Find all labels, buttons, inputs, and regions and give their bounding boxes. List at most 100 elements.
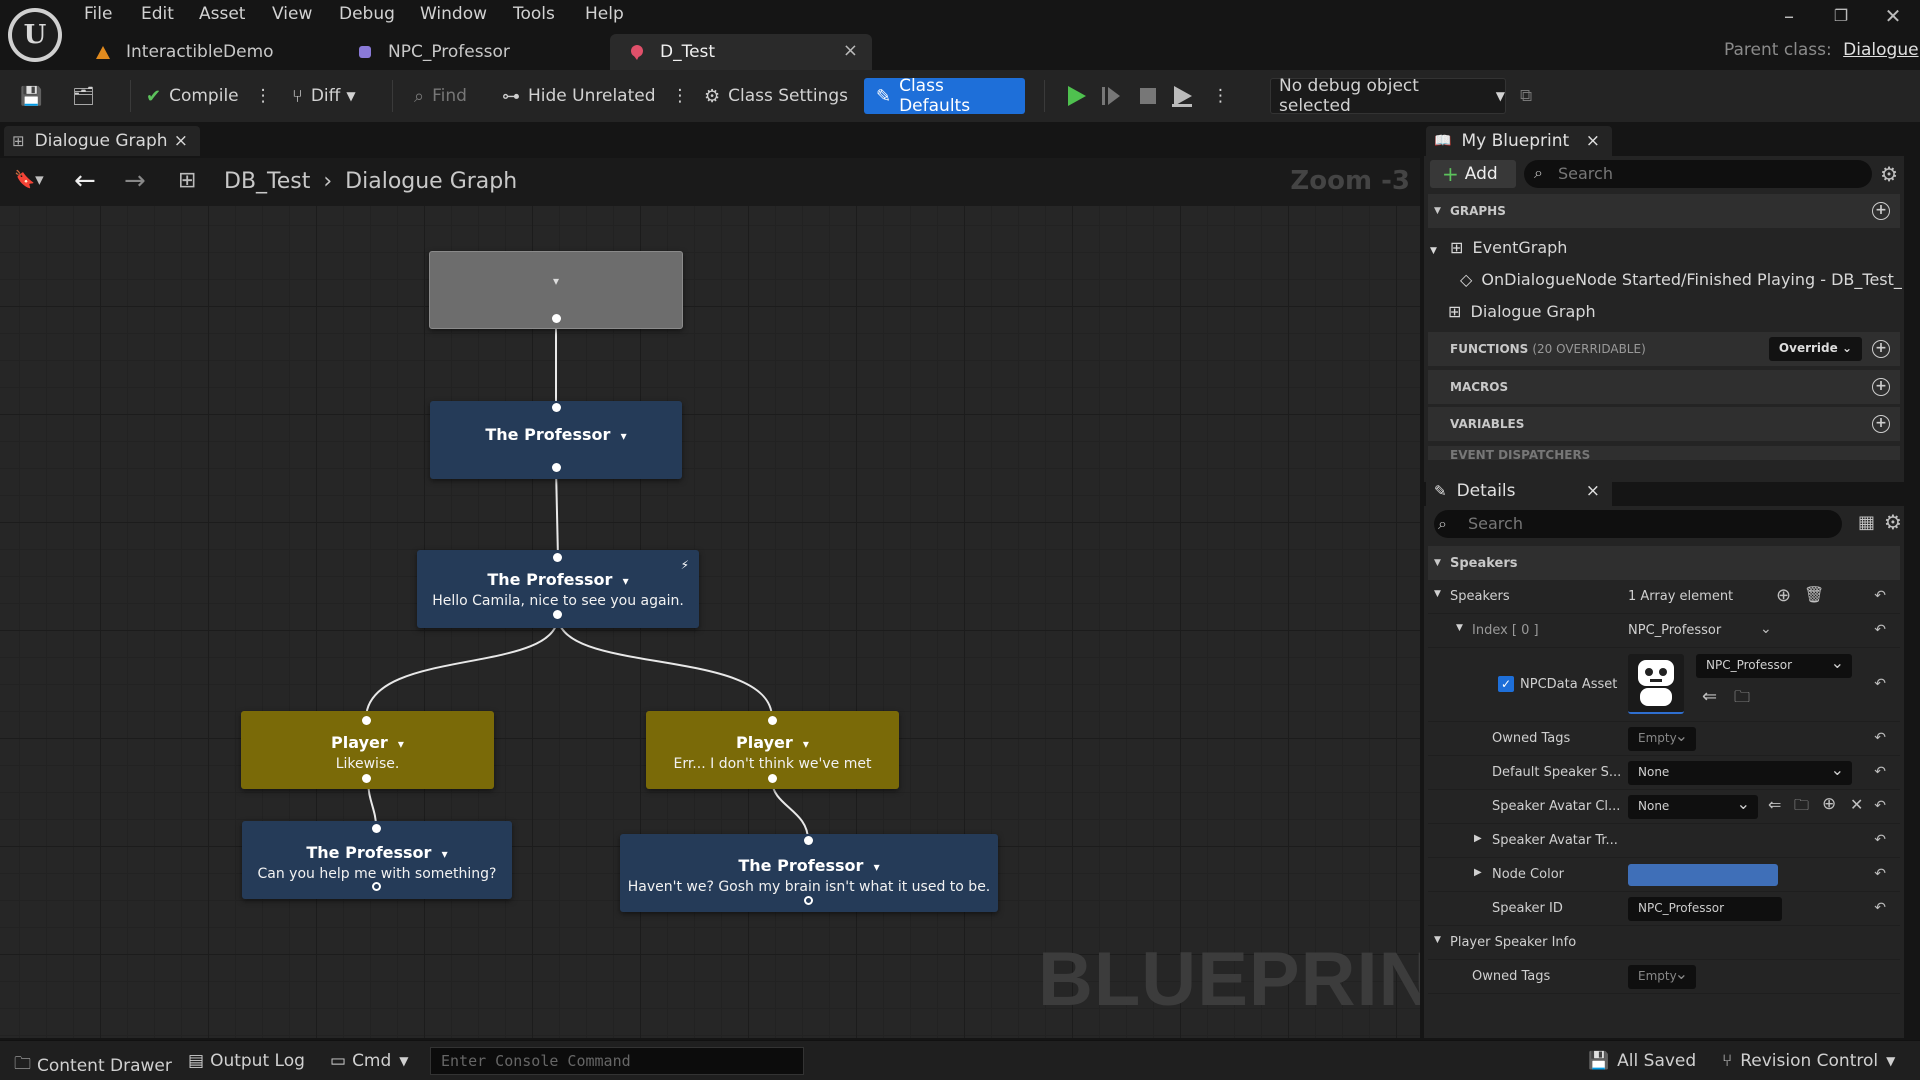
breadcrumb-root[interactable]: DB_Test [224,169,310,194]
input-pin[interactable] [553,553,562,562]
speaker-id-input[interactable]: NPC_Professor [1628,897,1782,921]
menu-help[interactable]: Help [585,4,624,26]
reset-icon[interactable]: ↶ [1874,622,1886,638]
blueprint-search-input[interactable]: Search [1524,160,1872,188]
add-function-icon[interactable]: + [1872,340,1890,358]
browse-class-icon[interactable]: 🗀 [1794,795,1809,820]
restore-icon[interactable]: ❐ [1816,2,1866,30]
output-pin[interactable] [804,896,813,905]
console-input[interactable]: Enter Console Command [430,1047,804,1075]
section-functions[interactable]: FUNCTIONS (20 OVERRIDABLE) Override ⌄ + [1428,332,1900,366]
collapse-arrow-icon[interactable]: ▼ [1456,623,1463,633]
npc-thumbnail[interactable] [1628,654,1684,714]
collapse-arrow-icon[interactable]: ▼ [1434,589,1441,599]
section-graphs[interactable]: ▼ GRAPHS + [1428,194,1900,228]
revision-control-button[interactable]: ⑂ Revision Control ▼ [1722,1051,1895,1071]
input-pin[interactable] [804,836,813,845]
npc-asset-select[interactable]: NPC_Professor [1696,653,1852,678]
back-arrow-icon[interactable]: ← [74,166,96,196]
reset-icon[interactable]: ↶ [1874,798,1886,814]
all-saved-button[interactable]: 💾 All Saved [1588,1051,1696,1071]
override-dropdown[interactable]: Override ⌄ [1768,337,1862,361]
output-pin[interactable] [552,463,561,472]
tab-dialogue-graph[interactable]: ⊞ Dialogue Graph × [4,126,200,156]
add-new-icon[interactable]: ⊕ [1822,794,1836,814]
class-defaults-button[interactable]: ✎ Class Defaults [864,76,1025,116]
output-pin[interactable] [362,774,371,783]
input-pin[interactable] [362,716,371,725]
dialogue-graph-canvas[interactable]: ▾ The Professor ⚡ The Professor Hello Ca… [0,206,1420,1038]
play-icon[interactable] [1062,84,1090,108]
find-button[interactable]: ⌕ Find [414,78,467,114]
add-graph-icon[interactable]: + [1872,202,1890,220]
default-speaker-select[interactable]: None [1628,760,1852,785]
section-macros[interactable]: MACROS + [1428,370,1900,404]
node-color-swatch[interactable] [1628,864,1778,886]
parent-class-link[interactable]: Dialogue [1843,40,1918,60]
output-pin[interactable] [553,610,562,619]
close-tab-icon[interactable]: × [843,40,858,61]
tree-event-node[interactable]: ◇ OnDialogueNode Started/Finished Playin… [1460,270,1902,289]
more-options-icon[interactable]: ⋮ [672,86,689,106]
forward-arrow-icon[interactable]: → [124,166,146,196]
class-settings-button[interactable]: ⚙ Class Settings [704,78,848,114]
table-view-icon[interactable]: ▦ [1858,512,1875,533]
tab-details[interactable]: ✎ Details × [1426,476,1612,506]
menu-file[interactable]: File [84,4,112,26]
browse-icon[interactable]: 🗂 [72,78,103,114]
avatar-class-select[interactable]: None [1628,794,1758,819]
save-icon[interactable]: 💾 [20,78,50,114]
menu-asset[interactable]: Asset [199,4,245,26]
input-pin[interactable] [768,716,777,725]
diff-button[interactable]: ⑂ Diff ▼ [292,78,356,114]
close-tab-icon[interactable]: × [174,131,188,151]
tree-dialogue-graph[interactable]: ⊞ Dialogue Graph [1448,302,1596,321]
tab-my-blueprint[interactable]: 📖 My Blueprint × [1426,126,1612,156]
category-speakers[interactable]: ▼ Speakers [1428,546,1900,580]
menu-edit[interactable]: Edit [141,4,174,26]
expand-arrow-icon[interactable]: ▶ [1474,867,1482,878]
reset-icon[interactable]: ↶ [1874,900,1886,916]
add-macro-icon[interactable]: + [1872,378,1890,396]
tab-interactible-demo[interactable]: InteractibleDemo [76,34,338,70]
content-drawer-button[interactable]: 🗀 Content Drawer [14,1051,172,1080]
menu-tools[interactable]: Tools [513,4,555,26]
debug-object-select[interactable]: No debug object selected ▼ [1270,76,1506,116]
output-log-button[interactable]: ▤ Output Log [188,1051,305,1071]
compile-button[interactable]: ✔ Compile ⋮ [146,78,272,114]
close-window-icon[interactable]: ✕ [1868,2,1918,30]
add-variable-icon[interactable]: + [1872,415,1890,433]
reset-icon[interactable]: ↶ [1874,730,1886,746]
reset-icon[interactable]: ↶ [1874,764,1886,780]
output-pin[interactable] [372,882,381,891]
use-selected-icon[interactable]: ⇐ [1702,686,1717,707]
tab-d-test[interactable]: D_Test × [610,34,872,70]
add-element-icon[interactable]: ⊕ [1776,585,1791,606]
collapse-arrow-icon[interactable]: ▼ [1434,935,1441,945]
settings-gear-icon[interactable]: ⚙ [1880,162,1898,186]
reset-icon[interactable]: ↶ [1874,676,1886,692]
expand-arrow-icon[interactable]: ▶ [1474,833,1482,844]
menu-debug[interactable]: Debug [339,4,395,26]
section-event-dispatchers[interactable]: EVENT DISPATCHERS [1428,446,1900,460]
cmd-dropdown[interactable]: ▭ Cmd ▼ [330,1051,409,1071]
chevron-down-icon[interactable]: ⌄ [1760,621,1772,637]
menu-window[interactable]: Window [420,4,487,26]
debug-browse-icon[interactable]: ⧉ [1520,78,1532,114]
bookmark-icon[interactable]: 🔖▾ [14,170,44,190]
browse-asset-icon[interactable]: 🗀 [1734,686,1750,713]
reset-icon[interactable]: ↶ [1874,866,1886,882]
input-pin[interactable] [372,824,381,833]
minimize-icon[interactable]: – [1764,2,1814,30]
clear-icon[interactable]: ✕ [1850,795,1863,814]
tab-npc-professor[interactable]: NPC_Professor [338,34,608,70]
owned-tags-select[interactable]: Empty [1628,726,1696,751]
reset-icon[interactable]: ↶ [1874,832,1886,848]
output-pin[interactable] [552,314,561,323]
more-options-icon[interactable]: ⋮ [1212,78,1229,114]
use-selected-icon[interactable]: ⇐ [1768,795,1781,814]
unreal-logo[interactable]: U [8,8,62,62]
reset-icon[interactable]: ↶ [1874,588,1886,604]
npc-asset-checkbox[interactable]: ✓ [1498,676,1514,692]
player-owned-tags-select[interactable]: Empty [1628,964,1696,989]
